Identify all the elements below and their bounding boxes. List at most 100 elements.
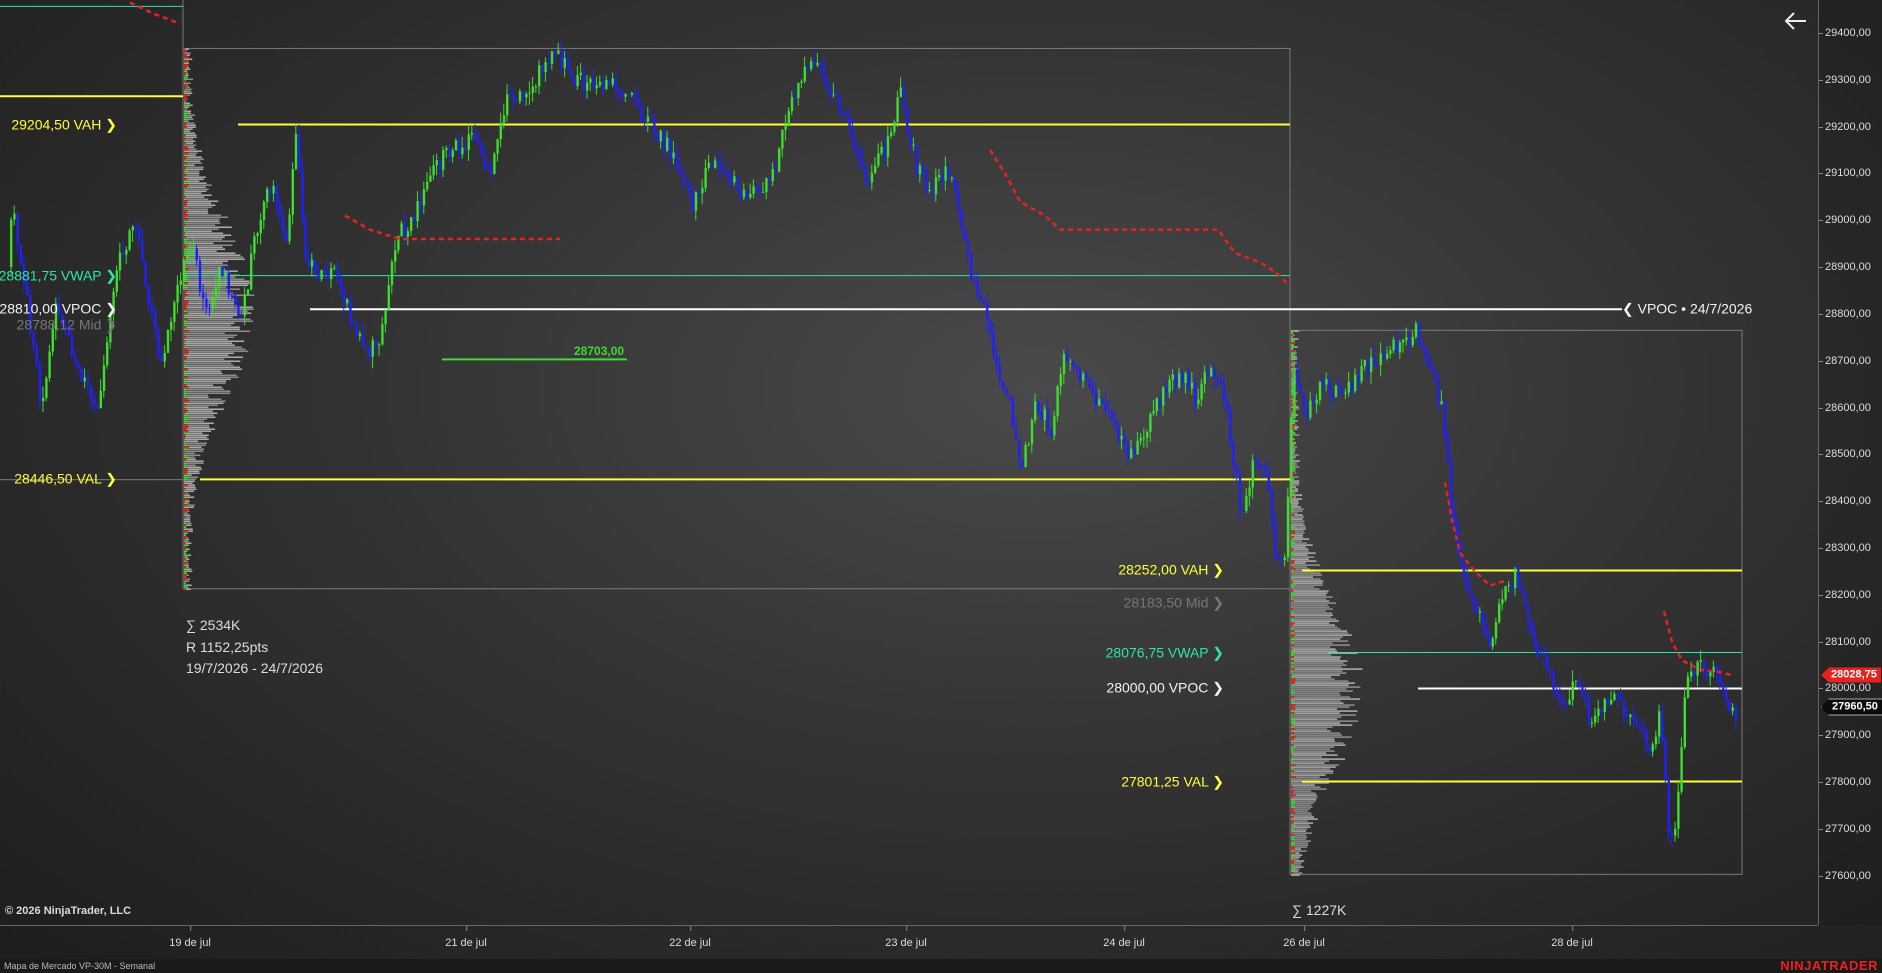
candle-body xyxy=(339,275,342,287)
volume-profile-bar xyxy=(1291,804,1293,806)
volume-profile-bar xyxy=(184,400,189,403)
volume-profile-bar xyxy=(184,562,188,565)
volume-profile-bar xyxy=(184,368,188,371)
candle-body xyxy=(822,64,826,82)
price-tick-label: 28700,00 xyxy=(1819,354,1871,367)
volume-profile-bar xyxy=(1291,700,1294,702)
volume-profile-bar xyxy=(184,302,189,305)
candle-body xyxy=(307,257,310,267)
volume-profile-bar xyxy=(184,406,187,409)
candle-body xyxy=(906,107,909,132)
candle-body xyxy=(768,178,771,182)
volume-profile-bar xyxy=(1291,564,1321,566)
volume-profile-bar xyxy=(184,572,187,575)
candle-body xyxy=(195,248,198,261)
volume-profile-bar xyxy=(184,178,188,181)
volume-profile-bar xyxy=(1291,370,1292,372)
candle-body xyxy=(1386,353,1389,359)
candle-body xyxy=(1139,437,1142,441)
volume-profile-bar xyxy=(184,328,189,331)
volume-profile-bar xyxy=(184,308,188,311)
candle-body xyxy=(1030,420,1034,445)
volume-profile-bar xyxy=(1291,560,1295,562)
candle-body xyxy=(1469,588,1472,595)
candle-body xyxy=(291,169,294,215)
candle-body xyxy=(848,115,851,128)
volume-profile-bar xyxy=(1291,746,1334,748)
volume-profile-bar xyxy=(1291,724,1353,726)
candle-body xyxy=(1402,340,1405,343)
time-axis[interactable]: 19 de jul 21 de jul 22 de jul 23 de jul 24 d… xyxy=(0,925,1818,960)
candle-body xyxy=(1594,715,1597,723)
candle-body xyxy=(1178,373,1181,388)
volume-profile-bar xyxy=(184,362,185,365)
volume-profile-bar xyxy=(1291,628,1341,630)
candle-body xyxy=(544,62,547,73)
volume-profile-bar xyxy=(1291,598,1293,600)
volume-profile-bar xyxy=(1291,712,1295,714)
volume-profile-bar xyxy=(184,298,186,301)
price-axis[interactable]: 29400,00 29300,00 29200,00 29100,00 29000,00… xyxy=(1818,0,1882,925)
candle-body xyxy=(733,176,736,183)
volume-profile-bar xyxy=(184,250,189,253)
volume-profile-bar xyxy=(184,98,188,101)
volume-profile-bar xyxy=(1291,516,1294,518)
volume-profile-bar xyxy=(1291,716,1342,718)
volume-profile-bar xyxy=(184,134,197,137)
candle-body xyxy=(1325,379,1328,385)
volume-profile-bar xyxy=(1291,510,1295,512)
volume-profile-bar xyxy=(1291,854,1293,856)
volume-profile-bar xyxy=(184,218,189,221)
volume-profile-bar xyxy=(1291,734,1342,736)
candle-body xyxy=(243,295,246,316)
volume-profile-bar xyxy=(1291,690,1353,692)
candle-body xyxy=(890,132,893,136)
candle-body xyxy=(35,345,38,366)
volume-profile-bar xyxy=(184,412,218,415)
volume-profile-bar xyxy=(184,84,187,87)
candle-body xyxy=(429,175,432,182)
volume-profile-bar xyxy=(184,438,209,441)
volume-profile-bar xyxy=(1291,330,1296,332)
volume-profile-bar xyxy=(184,506,195,509)
candle-body xyxy=(381,324,384,345)
volume-profile-bar xyxy=(184,238,188,241)
candle-body xyxy=(1725,689,1728,702)
volume-profile-bar xyxy=(184,322,235,325)
volume-profile-bar xyxy=(184,488,186,491)
candle-body xyxy=(160,355,163,362)
volume-profile-bar xyxy=(184,308,254,311)
candle-body xyxy=(752,186,755,194)
volume-profile-bar xyxy=(184,448,205,451)
candle-body xyxy=(1213,368,1216,379)
price-chart[interactable]: 29204,50 VAH ❯ 28881,75 VWAP ❯ 28788,12 Mi… xyxy=(0,0,1818,925)
volume-profile-bar xyxy=(184,160,201,163)
candle-body xyxy=(669,137,672,159)
chart-canvas[interactable] xyxy=(0,0,1818,925)
volume-profile-bar xyxy=(184,318,251,321)
volume-profile-bar xyxy=(1291,684,1349,686)
volume-profile-bar xyxy=(184,462,204,465)
back-arrow-icon[interactable] xyxy=(1782,8,1810,34)
candle-body xyxy=(352,322,355,325)
volume-profile-bar xyxy=(184,152,189,155)
volume-profile-bar xyxy=(184,62,185,65)
candle-body xyxy=(77,362,80,368)
candle-body xyxy=(1648,747,1651,752)
volume-profile-bar xyxy=(1291,776,1296,778)
candle-body xyxy=(1728,701,1731,712)
volume-profile-bar xyxy=(184,558,186,561)
price-tick-label: 29400,00 xyxy=(1819,27,1871,39)
candle-body xyxy=(1683,697,1686,748)
candle-body xyxy=(1251,460,1254,488)
volume-profile-bar xyxy=(1291,866,1304,868)
candle-body xyxy=(691,192,694,211)
volume-profile-bar xyxy=(184,536,189,539)
volume-profile-bar xyxy=(1291,654,1294,656)
candle-body xyxy=(531,86,534,93)
volume-profile-bar xyxy=(184,54,187,57)
candle-body xyxy=(1075,365,1078,369)
volume-profile-bar xyxy=(1291,806,1295,808)
volume-profile-bar xyxy=(1291,650,1295,652)
volume-profile-bar xyxy=(184,318,188,321)
